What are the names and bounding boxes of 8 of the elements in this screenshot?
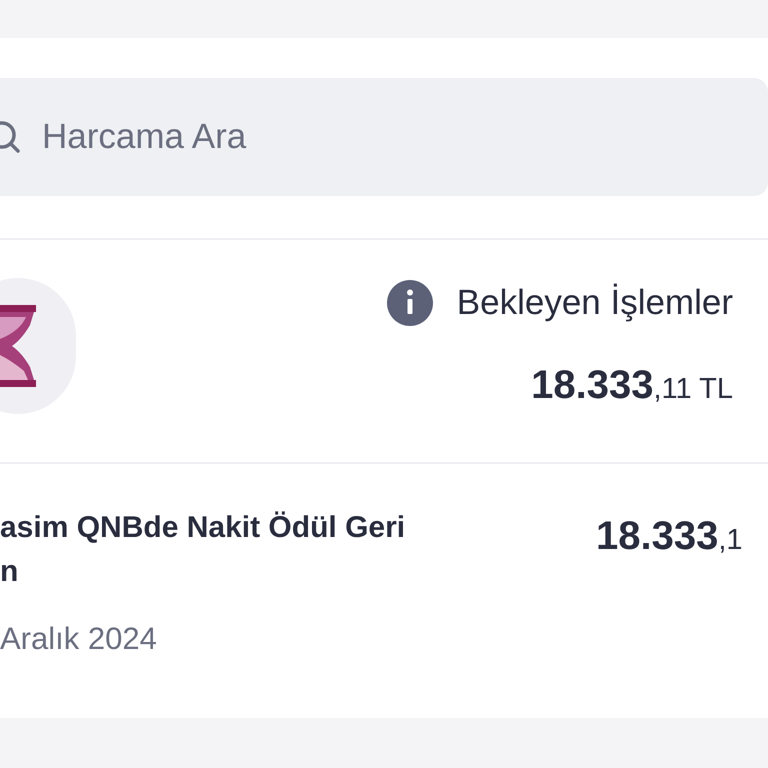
transaction-amount: 18.333,1: [596, 513, 743, 560]
search-field[interactable]: Harcama Ara: [0, 78, 768, 196]
transaction-date: Aralık 2024: [0, 620, 158, 658]
hourglass-icon: [0, 305, 36, 387]
pending-title: Bekleyen İşlemler: [456, 282, 733, 324]
info-icon[interactable]: [386, 280, 433, 326]
transaction-title: asim QNBde Nakit Ödül Geri n: [0, 510, 406, 590]
pending-amount: 18.333,11 TL: [531, 362, 733, 410]
